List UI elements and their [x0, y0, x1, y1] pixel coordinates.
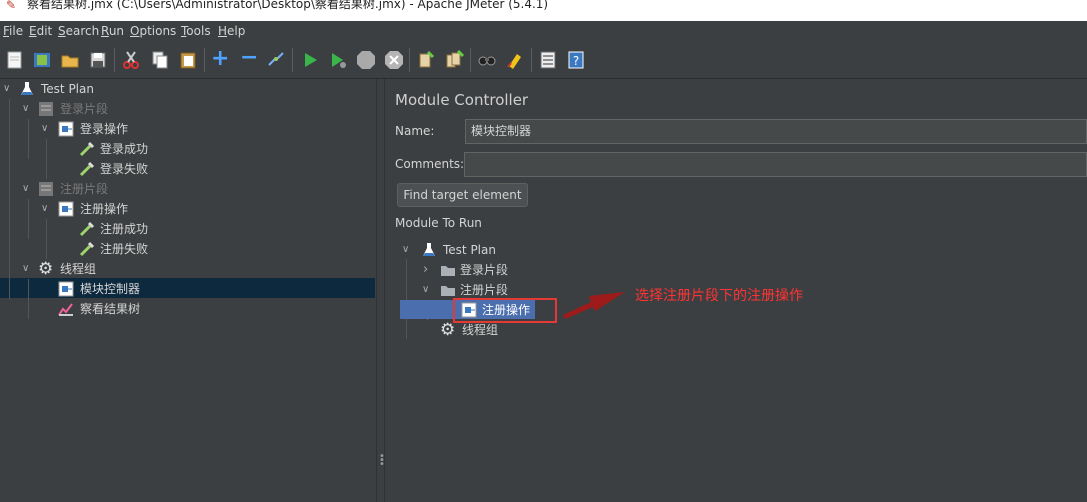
start-icon[interactable] — [300, 50, 320, 70]
tree-node-register-fragment[interactable]: ∨ 注册片段 — [0, 179, 370, 199]
module-to-run-label: Module To Run — [395, 216, 482, 230]
chevron-down-icon[interactable]: ∨ — [22, 179, 29, 199]
start-no-pause-icon[interactable] — [328, 50, 348, 70]
save-icon[interactable] — [88, 50, 108, 70]
fragment-icon — [39, 102, 53, 116]
templates-icon[interactable] — [32, 50, 52, 70]
test-plan-tree: ∨ Test Plan ∨ 登录片段 ∨ 登录操作 登录成功 登录失败 ∨ 注册… — [0, 79, 376, 502]
annotation-text: 选择注册片段下的注册操作 — [635, 288, 803, 304]
tree-node-login-failure[interactable]: 登录失败 — [0, 159, 370, 179]
tree-node-results-tree[interactable]: 察看结果树 — [0, 299, 370, 319]
tree-node-test-plan[interactable]: ∨ Test Plan — [0, 79, 370, 99]
results-tree-icon — [58, 303, 73, 316]
clear-all-icon[interactable] — [444, 50, 464, 70]
pipette-icon — [79, 241, 95, 257]
tree-node-register-action[interactable]: ∨ 注册操作 — [0, 199, 370, 219]
menu-file[interactable]: File — [3, 24, 23, 38]
clear-icon[interactable] — [416, 50, 436, 70]
comments-label: Comments: — [395, 157, 465, 171]
svg-text:?: ? — [573, 54, 579, 68]
menu-run[interactable]: Run — [101, 24, 124, 38]
module-icon — [58, 281, 74, 297]
copy-icon[interactable] — [150, 50, 170, 70]
menu-help[interactable]: Help — [218, 24, 245, 38]
tree-node-login-fragment[interactable]: ∨ 登录片段 — [0, 99, 370, 119]
window-titlebar: ✎ 察看结果树.jmx (C:\Users\Administrator\Desk… — [0, 0, 1087, 21]
function-helper-icon[interactable] — [538, 50, 558, 70]
chevron-down-icon[interactable]: ∨ — [41, 199, 48, 219]
tree-node-register-success[interactable]: 注册成功 — [0, 219, 370, 239]
menu-tools[interactable]: Tools — [181, 24, 211, 38]
pipette-icon — [79, 141, 95, 157]
pipette-icon — [79, 221, 95, 237]
name-field[interactable]: 模块控制器 — [465, 119, 1087, 144]
open-icon[interactable] — [60, 50, 80, 70]
search-icon[interactable] — [477, 50, 497, 70]
menubar: File Edit Search Run Options Tools Help — [0, 21, 1087, 42]
toggle-icon[interactable] — [266, 50, 286, 70]
chevron-down-icon[interactable]: ∨ — [41, 119, 48, 139]
annotation-arrow-icon — [563, 292, 625, 319]
folder-icon — [441, 286, 455, 296]
module-node-login-fragment[interactable]: › 登录片段 — [385, 260, 685, 280]
chevron-right-icon[interactable]: › — [423, 260, 428, 280]
module-controller-panel: Module Controller Name: 模块控制器 Comments: … — [385, 79, 1087, 502]
chevron-down-icon[interactable]: ∨ — [22, 99, 29, 119]
panel-title: Module Controller — [395, 91, 529, 109]
pane-splitter[interactable]: • • • — [376, 79, 385, 502]
comments-field[interactable] — [464, 152, 1087, 177]
name-label: Name: — [395, 124, 435, 138]
module-icon — [58, 201, 74, 217]
tree-node-login-success[interactable]: 登录成功 — [0, 139, 370, 159]
cut-icon[interactable] — [121, 50, 141, 70]
find-target-button[interactable]: Find target element — [397, 183, 528, 207]
jmeter-feather-icon: ✎ — [6, 0, 17, 12]
chevron-down-icon[interactable]: ∨ — [3, 79, 10, 99]
folder-icon — [441, 266, 455, 276]
chevron-down-icon[interactable]: ∨ — [422, 280, 429, 300]
stop-icon[interactable] — [356, 50, 376, 70]
gear-icon: ⚙ — [38, 259, 54, 279]
fragment-icon — [39, 182, 53, 196]
new-icon[interactable] — [5, 50, 25, 70]
module-node-thread-group[interactable]: ⚙ 线程组 — [385, 320, 685, 340]
menu-options[interactable]: Options — [130, 24, 176, 38]
toolbar: + − ? — [0, 42, 1087, 79]
reset-search-icon[interactable] — [505, 50, 525, 70]
collapse-icon[interactable]: − — [240, 47, 260, 70]
tree-node-login-action[interactable]: ∨ 登录操作 — [0, 119, 370, 139]
shutdown-icon[interactable] — [384, 50, 404, 70]
flask-icon — [21, 82, 33, 95]
chevron-down-icon[interactable]: ∨ — [402, 240, 409, 260]
paste-icon[interactable] — [178, 50, 198, 70]
module-icon — [58, 121, 74, 137]
flask-icon — [423, 243, 435, 256]
tree-node-module-controller[interactable]: 模块控制器 — [0, 279, 370, 299]
menu-edit[interactable]: Edit — [29, 24, 52, 38]
tree-node-thread-group[interactable]: ∨ ⚙ 线程组 — [0, 259, 370, 279]
chevron-down-icon[interactable]: ∨ — [22, 259, 29, 279]
tree-node-register-failure[interactable]: 注册失败 — [0, 239, 370, 259]
window-title: 察看结果树.jmx (C:\Users\Administrator\Deskto… — [27, 0, 549, 11]
module-node-test-plan[interactable]: ∨ Test Plan — [385, 240, 685, 260]
expand-icon[interactable]: + — [211, 48, 231, 70]
annotation-highlight-box — [453, 298, 557, 323]
help-icon[interactable]: ? — [566, 50, 586, 70]
menu-search[interactable]: Search — [58, 24, 99, 38]
pipette-icon — [79, 161, 95, 177]
